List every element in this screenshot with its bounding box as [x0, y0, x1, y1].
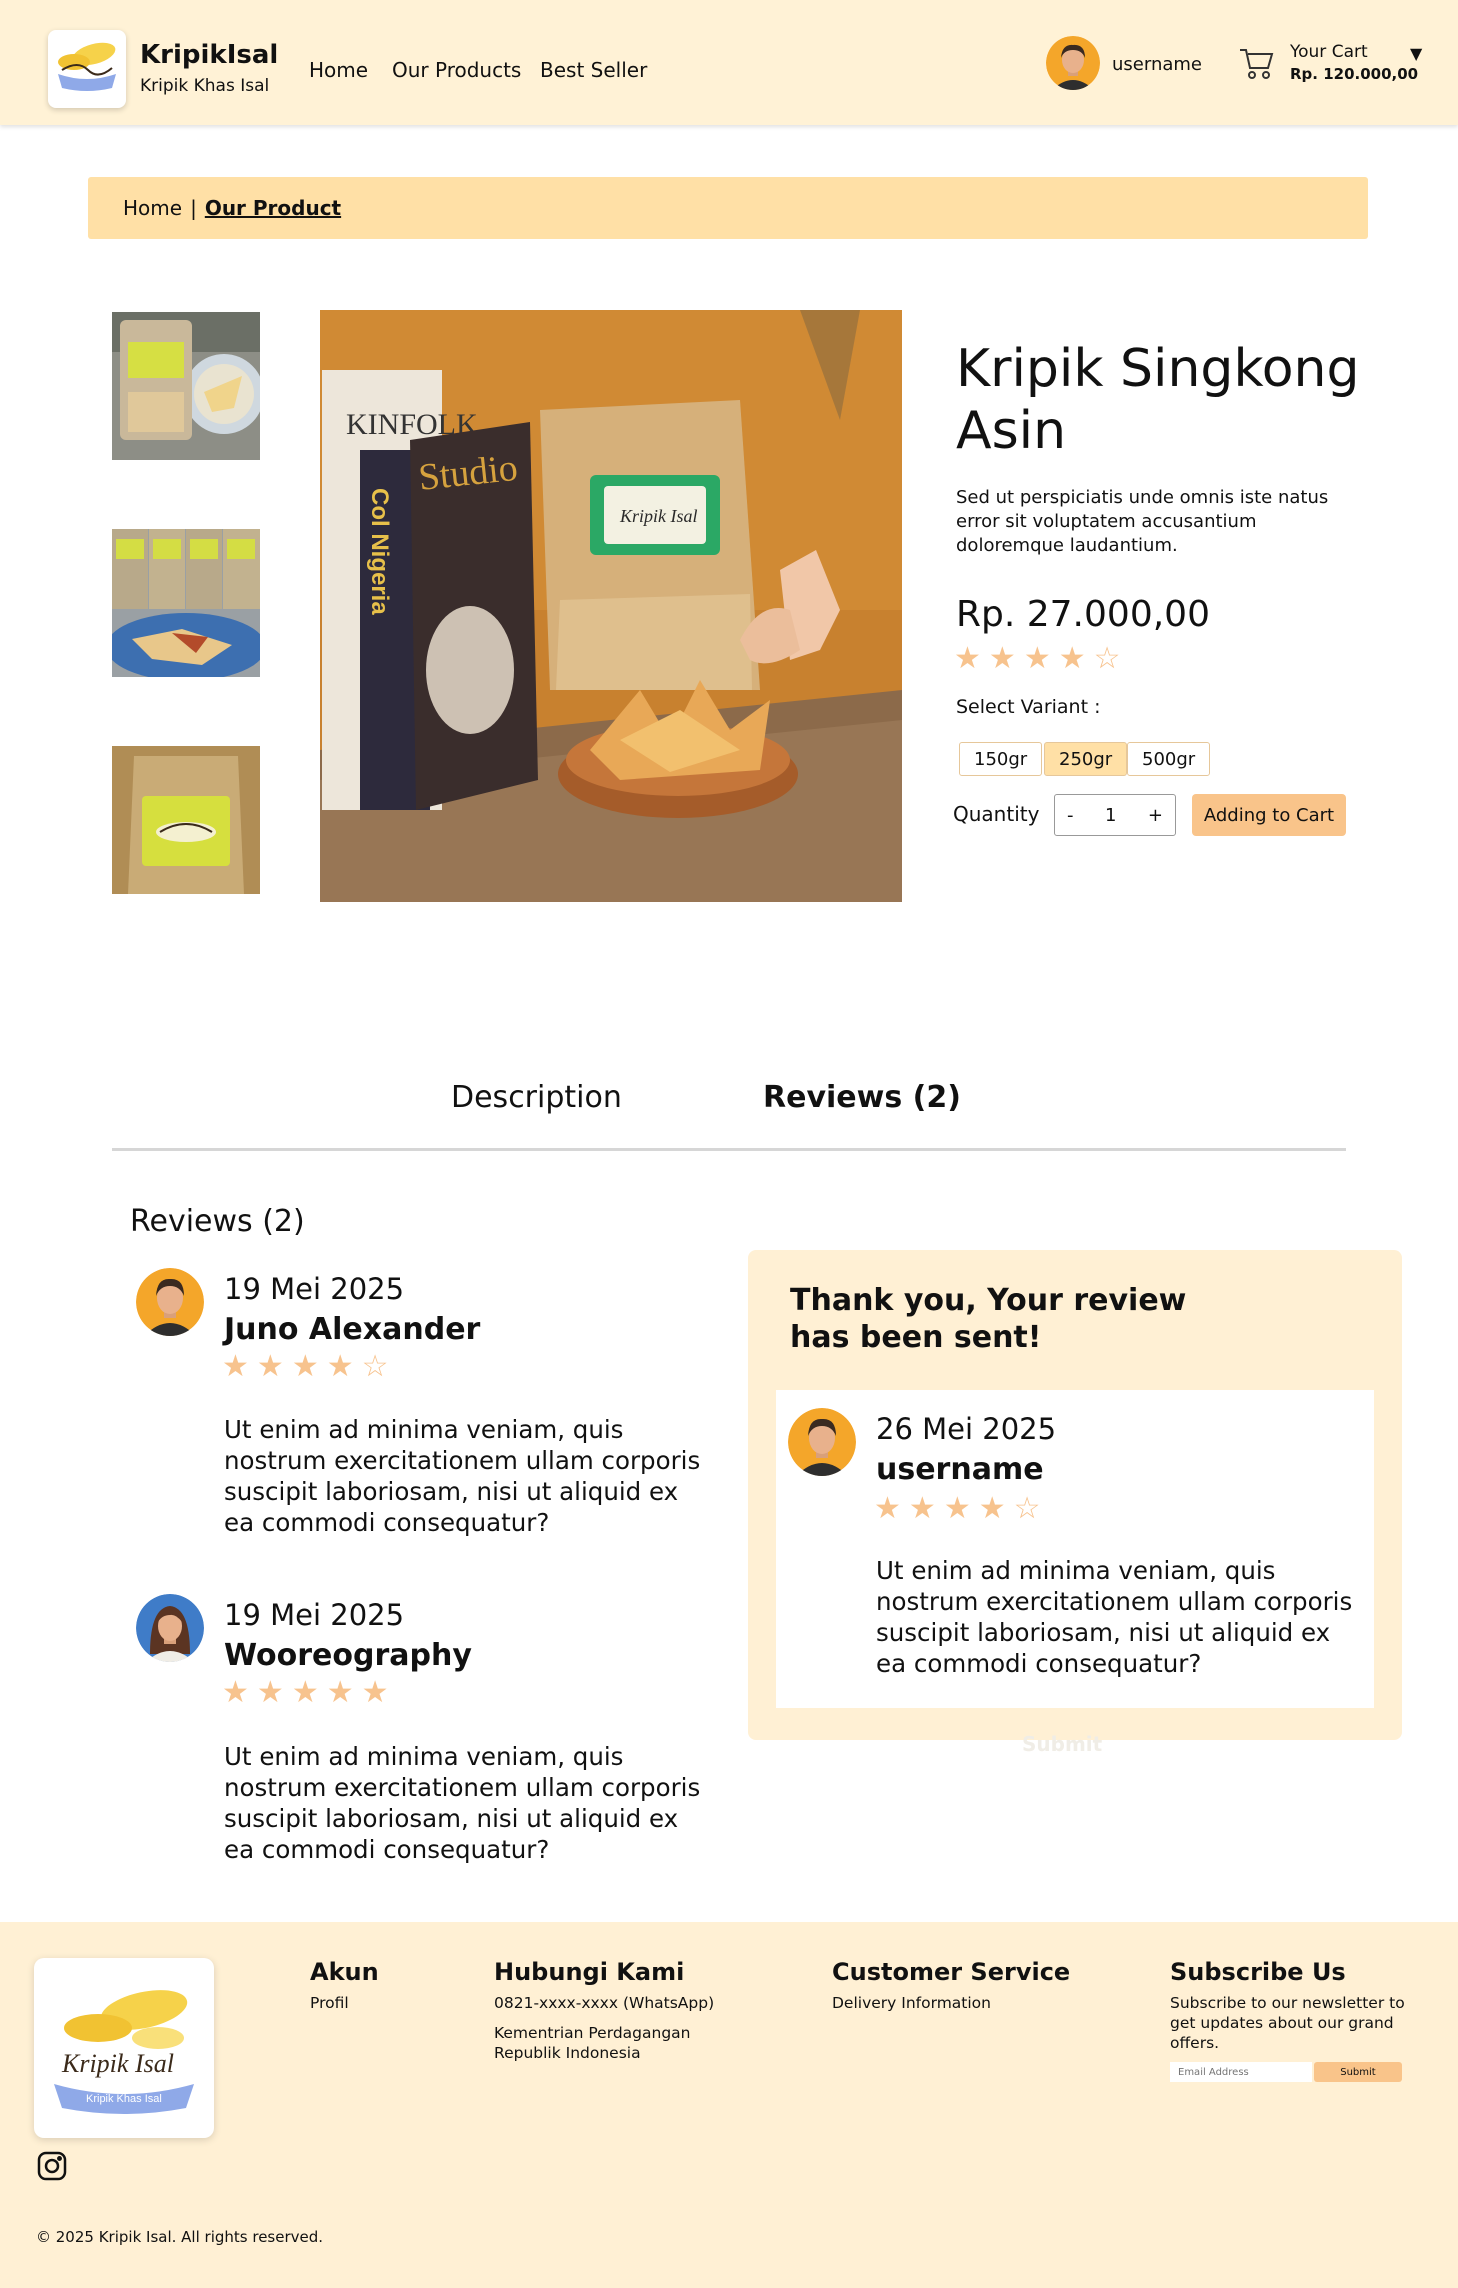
quantity-stepper: - 1 + — [1054, 794, 1176, 836]
quantity-increase-button[interactable]: + — [1148, 805, 1163, 826]
user-name[interactable]: username — [1112, 54, 1202, 75]
tab-reviews[interactable]: Reviews (2) — [763, 1080, 961, 1115]
review-text: Ut enim ad minima veniam, quis nostrum e… — [876, 1556, 1353, 1678]
star-filled-icon: ★ — [1023, 641, 1051, 676]
variant-500gr[interactable]: 500gr — [1127, 742, 1211, 776]
cart-label[interactable]: Your Cart — [1290, 42, 1368, 62]
star-filled-icon: ★ — [326, 1675, 354, 1710]
breadcrumb-separator: | — [190, 196, 197, 220]
product-rating: ★ ★ ★ ★ ☆ — [954, 644, 1121, 674]
star-filled-icon: ★ — [256, 1349, 284, 1384]
avatar — [136, 1594, 204, 1662]
star-filled-icon: ★ — [978, 1491, 1006, 1526]
product-thumbnail-1[interactable] — [112, 312, 260, 460]
book-spine-text: Col Nigeria — [366, 488, 393, 615]
caret-down-icon[interactable]: ▼ — [1410, 44, 1422, 63]
nav-home[interactable]: Home — [309, 58, 368, 82]
product-thumbnail-3[interactable] — [112, 746, 260, 894]
review-text: Ut enim ad minima veniam, quis nostrum e… — [224, 1415, 701, 1537]
user-avatar[interactable] — [1046, 36, 1100, 90]
star-empty-icon: ☆ — [1013, 1491, 1041, 1526]
bag-label-text: Kripik Isal — [619, 506, 698, 526]
review-date: 26 Mei 2025 — [876, 1412, 1057, 1446]
star-empty-icon: ☆ — [1093, 641, 1121, 676]
star-filled-icon: ★ — [291, 1349, 319, 1384]
review-author: Juno Alexander — [224, 1312, 481, 1347]
star-filled-icon: ★ — [291, 1675, 319, 1710]
star-filled-icon: ★ — [874, 1491, 901, 1526]
review-submitted-title: Thank you, Your review has been sent! — [790, 1283, 1187, 1355]
copyright: © 2025 Kripik Isal. All rights reserved. — [36, 2228, 324, 2246]
review-author: username — [876, 1452, 1044, 1487]
variant-label: Select Variant : — [956, 696, 1101, 718]
star-filled-icon: ★ — [361, 1675, 389, 1710]
avatar — [788, 1408, 856, 1476]
brand-logo[interactable] — [48, 30, 126, 108]
product-title: Kripik Singkong Asin — [956, 339, 1360, 461]
nav-our-products[interactable]: Our Products — [392, 58, 521, 82]
variant-150gr[interactable]: 150gr — [959, 742, 1043, 776]
cart-icon[interactable] — [1238, 44, 1276, 82]
review-author: Wooreography — [224, 1638, 472, 1673]
nav-best-seller[interactable]: Best Seller — [540, 58, 647, 82]
star-filled-icon: ★ — [222, 1675, 249, 1710]
footer-link-profil[interactable]: Profil — [310, 1993, 349, 2013]
newsletter-email-field[interactable] — [1170, 2062, 1312, 2082]
footer-akun-title: Akun — [310, 1958, 379, 1986]
star-filled-icon: ★ — [954, 641, 981, 676]
review-rating: ★ ★ ★ ★ ☆ — [874, 1494, 1041, 1524]
variant-250gr[interactable]: 250gr — [1044, 742, 1128, 776]
footer-link-delivery[interactable]: Delivery Information — [832, 1993, 991, 2013]
brand-name: KripikIsal — [140, 40, 279, 70]
footer-contact-title: Hubungi Kami — [494, 1958, 685, 1986]
breadcrumb: Home | Our Product — [88, 177, 1368, 239]
star-filled-icon: ★ — [1058, 641, 1086, 676]
review-date: 19 Mei 2025 — [224, 1272, 405, 1306]
footer-logo-text: Kripik Isal — [61, 2049, 174, 2078]
instagram-icon[interactable] — [36, 2150, 68, 2182]
footer-logo: Kripik Isal Kripik Khas Isal — [34, 1958, 214, 2138]
footer-logo-ribbon: Kripik Khas Isal — [86, 2093, 162, 2105]
star-filled-icon: ★ — [943, 1491, 971, 1526]
footer-subscribe-text: Subscribe to our newsletter to get updat… — [1170, 1994, 1405, 2052]
breadcrumb-current[interactable]: Our Product — [205, 196, 341, 220]
review-rating: ★ ★ ★ ★ ☆ — [222, 1352, 389, 1382]
product-thumbnail-2[interactable] — [112, 529, 260, 677]
footer-contact-org: Kementrian Perdagangan Republik Indonesi… — [494, 2024, 691, 2062]
review-rating: ★ ★ ★ ★ ★ — [222, 1678, 389, 1708]
star-filled-icon: ★ — [222, 1349, 249, 1384]
site-header: KripikIsal Kripik Khas Isal Home Our Pro… — [0, 0, 1458, 125]
breadcrumb-home[interactable]: Home — [123, 196, 182, 220]
cart-total: Rp. 120.000,00 — [1290, 65, 1419, 83]
avatar — [136, 1268, 204, 1336]
star-filled-icon: ★ — [326, 1349, 354, 1384]
quantity-value[interactable]: 1 — [1105, 805, 1116, 826]
footer-subscribe-title: Subscribe Us — [1170, 1958, 1346, 1986]
review-text: Ut enim ad minima veniam, quis nostrum e… — [224, 1742, 701, 1864]
star-filled-icon: ★ — [988, 641, 1016, 676]
quantity-decrease-button[interactable]: - — [1067, 805, 1074, 826]
star-filled-icon: ★ — [256, 1675, 284, 1710]
star-empty-icon: ☆ — [361, 1349, 389, 1384]
add-to-cart-button[interactable]: Adding to Cart — [1192, 794, 1346, 836]
footer-contact-phone[interactable]: 0821-xxxx-xxxx (WhatsApp) — [494, 1993, 714, 2013]
hidden-submit-button: Submit — [1022, 1732, 1103, 1756]
product-description: Sed ut perspiciatis unde omnis iste natu… — [956, 487, 1329, 556]
star-filled-icon: ★ — [908, 1491, 936, 1526]
quantity-label: Quantity — [953, 802, 1040, 826]
tab-description[interactable]: Description — [451, 1080, 622, 1115]
brand-tagline: Kripik Khas Isal — [140, 76, 270, 96]
review-date: 19 Mei 2025 — [224, 1598, 405, 1632]
product-main-image: KINFOLK Col Nigeria Studio Kripik Isal — [320, 310, 902, 902]
reviews-heading: Reviews (2) — [130, 1204, 305, 1239]
footer-cs-title: Customer Service — [832, 1958, 1071, 1986]
product-price: Rp. 27.000,00 — [956, 594, 1210, 635]
newsletter-submit-button[interactable]: Submit — [1314, 2062, 1402, 2082]
tab-divider — [112, 1148, 1346, 1151]
